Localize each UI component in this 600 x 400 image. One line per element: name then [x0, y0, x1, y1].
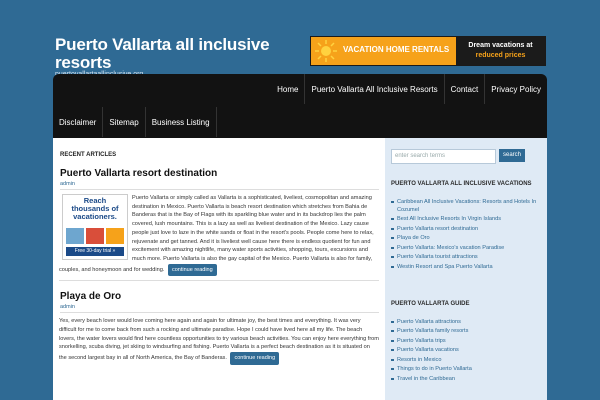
nav-item-sitemap[interactable]: Sitemap	[103, 107, 146, 137]
nav-item-privacy-policy[interactable]: Privacy Policy	[485, 74, 547, 104]
sidebar-link[interactable]: Best All Inclusive Resorts In Virgin Isl…	[391, 215, 541, 223]
ad-photo	[106, 228, 124, 244]
main-navigation: Home Puerto Vallarta All Inclusive Resor…	[53, 74, 547, 138]
sidebar-link[interactable]: Puerto Vallarta attractions	[391, 318, 541, 326]
continue-reading-button[interactable]: continue reading	[230, 352, 280, 365]
sidebar-heading-vacations: PUERTO VALLARTA ALL INCLUSIVE VACATIONS	[391, 181, 532, 187]
nav-item-business-listing[interactable]: Business Listing	[146, 107, 217, 137]
sidebar-link[interactable]: Puerto Vallarta family resorts	[391, 327, 541, 335]
article: Puerto Vallarta resort destination admin…	[59, 168, 379, 282]
sun-icon	[315, 40, 337, 62]
ad-photo	[66, 228, 84, 244]
sidebar-link[interactable]: Resorts in Mexico	[391, 356, 541, 364]
search-box: enter search terms search	[391, 149, 526, 164]
search-input[interactable]: enter search terms	[391, 149, 496, 164]
vacations-list: Caribbean All Inclusive Vacations: Resor…	[391, 196, 541, 271]
sidebar-link[interactable]: Things to do in Puerto Vallarta	[391, 365, 541, 373]
nav-item-contact[interactable]: Contact	[445, 74, 486, 104]
sidebar-link[interactable]: Travel in the Caribbean	[391, 375, 541, 383]
site-header: Puerto Vallarta all inclusive resorts pu…	[0, 0, 600, 80]
guide-list: Puerto Vallarta attractions Puerto Valla…	[391, 316, 541, 383]
vacationers-ad[interactable]: Reach thousands of vacationers. Free 30-…	[62, 194, 128, 260]
nav-item-disclaimer[interactable]: Disclaimer	[53, 107, 104, 137]
sidebar-link[interactable]: Puerto Vallarta: Mexico's vacation Parad…	[391, 244, 541, 252]
sidebar-link[interactable]: Caribbean All Inclusive Vacations: Resor…	[391, 198, 541, 214]
main-area: RECENT ARTICLES Puerto Vallarta resort d…	[53, 138, 547, 400]
sidebar-link[interactable]: Westin Resort and Spa Puerto Vallarta	[391, 263, 541, 271]
article-title[interactable]: Playa de Oro	[60, 291, 379, 302]
ad-trial-text: Free 30-day trial »	[66, 247, 124, 256]
nav-row-secondary: Disclaimer Sitemap Business Listing	[53, 107, 217, 137]
banner-left-panel[interactable]: VACATION HOME RENTALS	[311, 37, 456, 65]
article-title[interactable]: Puerto Vallarta resort destination	[60, 168, 379, 179]
sidebar: enter search terms search PUERTO VALLART…	[385, 138, 547, 400]
recent-articles-label: RECENT ARTICLES	[60, 152, 117, 158]
nav-item-all-inclusive-resorts[interactable]: Puerto Vallarta All Inclusive Resorts	[305, 74, 445, 104]
nav-item-home[interactable]: Home	[271, 74, 306, 104]
nav-row-primary: Home Puerto Vallarta All Inclusive Resor…	[271, 74, 547, 104]
ad-photos	[66, 228, 124, 244]
content-column: RECENT ARTICLES Puerto Vallarta resort d…	[53, 138, 385, 400]
sidebar-heading-guide: PUERTO VALLARTA GUIDE	[391, 301, 470, 307]
continue-reading-button[interactable]: continue reading	[168, 263, 217, 277]
article: Playa de Oro admin Yes, every beach love…	[59, 291, 379, 365]
search-button[interactable]: search	[499, 149, 526, 162]
sidebar-link[interactable]: Puerto Vallarta trips	[391, 337, 541, 345]
article-body: Reach thousands of vacationers. Free 30-…	[59, 194, 379, 277]
divider	[59, 280, 379, 282]
sidebar-link[interactable]: Playa de Oro	[391, 234, 541, 242]
vacation-rentals-banner[interactable]: VACATION HOME RENTALS Dream vacations at…	[310, 36, 546, 66]
banner-right-line2: reduced prices	[475, 52, 526, 59]
banner-left-text: VACATION HOME RENTALS	[343, 45, 450, 54]
article-author[interactable]: admin	[60, 304, 379, 314]
sidebar-link[interactable]: Puerto Vallarta vacations	[391, 346, 541, 354]
article-body: Yes, every beach lover would love coming…	[59, 317, 379, 365]
banner-right-line1: Dream vacations at	[468, 42, 533, 49]
ad-photo	[86, 228, 104, 244]
ad-headline: Reach thousands of vacationers.	[71, 196, 119, 221]
sidebar-link[interactable]: Puerto Vallarta resort destination	[391, 225, 541, 233]
sidebar-link[interactable]: Puerto Vallarta tourist attractions	[391, 253, 541, 261]
site-title[interactable]: Puerto Vallarta all inclusive resorts	[55, 36, 300, 72]
banner-right-panel[interactable]: Dream vacations at reduced prices	[456, 37, 545, 65]
article-author[interactable]: admin	[60, 181, 379, 190]
article-text: Yes, every beach lover would love coming…	[59, 318, 379, 362]
